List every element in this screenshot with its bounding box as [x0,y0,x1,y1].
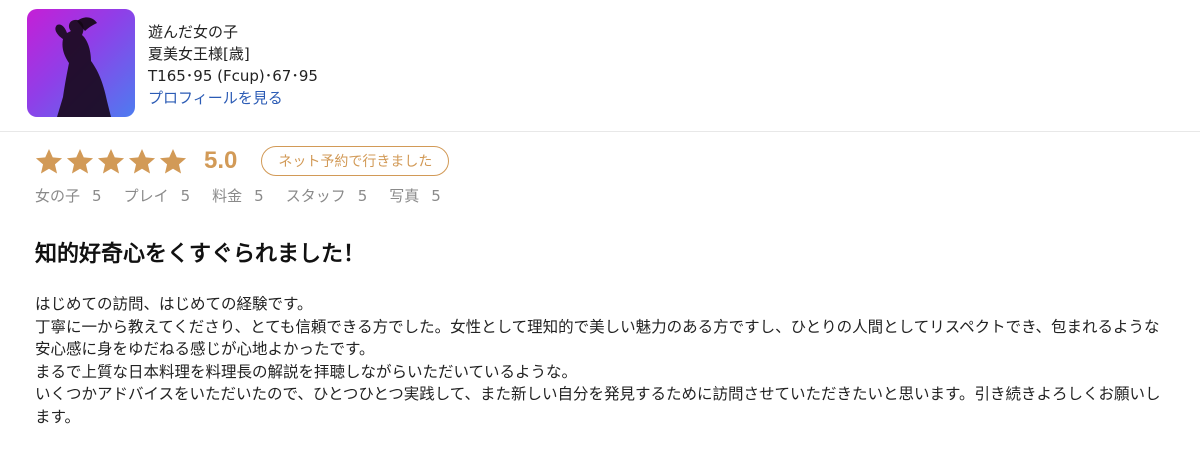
review-title: 知的好奇心をくすぐられました！ [35,242,366,267]
silhouette-image [55,17,111,117]
category-label: 写真 [389,187,420,205]
girl-measurements: T165･95 (Fcup)･67･95 [148,67,318,85]
review-paragraph: まるで上質な日本料理を料理長の解説を拝聴しながらいただいているような。 [35,362,578,381]
category-rating: 女の子 5 [35,185,102,206]
category-label: スタッフ [285,187,346,205]
rating-score: 5.0 [204,147,238,174]
view-profile-link[interactable]: プロフィールを見る [148,87,318,109]
category-rating: スタッフ 5 [286,185,368,206]
rating-row: 5.0 ネット予約で行きました [35,143,450,179]
review-paragraph: いくつかアドバイスをいただいたので、ひとつひとつ実践して、また新しい自分を発見す… [35,385,1161,426]
star-icon [97,148,125,175]
girl-info: 遊んだ女の子 夏美女王様[歳] T165･95 (Fcup)･67･95 プロフ… [148,21,318,109]
review-paragraph: 丁寧に一から教えてくださり、とても信頼できる方でした。女性として理知的で美しい魅… [35,317,1160,359]
girl-caption: 遊んだ女の子 [148,23,239,41]
star-icon [159,148,187,175]
category-value: 5 [357,187,368,205]
star-icon [128,148,156,175]
category-value: 5 [180,187,191,205]
category-rating: 料金 5 [212,185,264,206]
booking-method-badge: ネット予約で行きました [261,146,450,176]
star-icon [66,148,94,175]
review-header: 遊んだ女の子 夏美女王様[歳] T165･95 (Fcup)･67･95 プロフ… [0,0,1200,132]
category-rating: プレイ 5 [124,185,191,206]
category-rating: 写真 5 [389,185,441,206]
category-value: 5 [254,187,264,205]
star-rating [35,148,187,175]
category-label: プレイ [123,187,169,205]
category-label: 料金 [212,187,243,205]
category-value: 5 [92,187,102,205]
review-paragraph: はじめての訪問、はじめての経験です。 [35,295,313,313]
girl-avatar[interactable] [27,9,135,117]
review-body: はじめての訪問、はじめての経験です。丁寧に一から教えてくださり、とても信頼できる… [35,293,1175,428]
girl-name: 夏美女王様[歳] [148,45,250,63]
category-label: 女の子 [35,187,81,205]
category-ratings: 女の子 5 プレイ 5 料金 5 スタッフ 5 写真 5 [35,185,441,206]
star-icon [35,148,63,175]
category-value: 5 [431,187,441,205]
